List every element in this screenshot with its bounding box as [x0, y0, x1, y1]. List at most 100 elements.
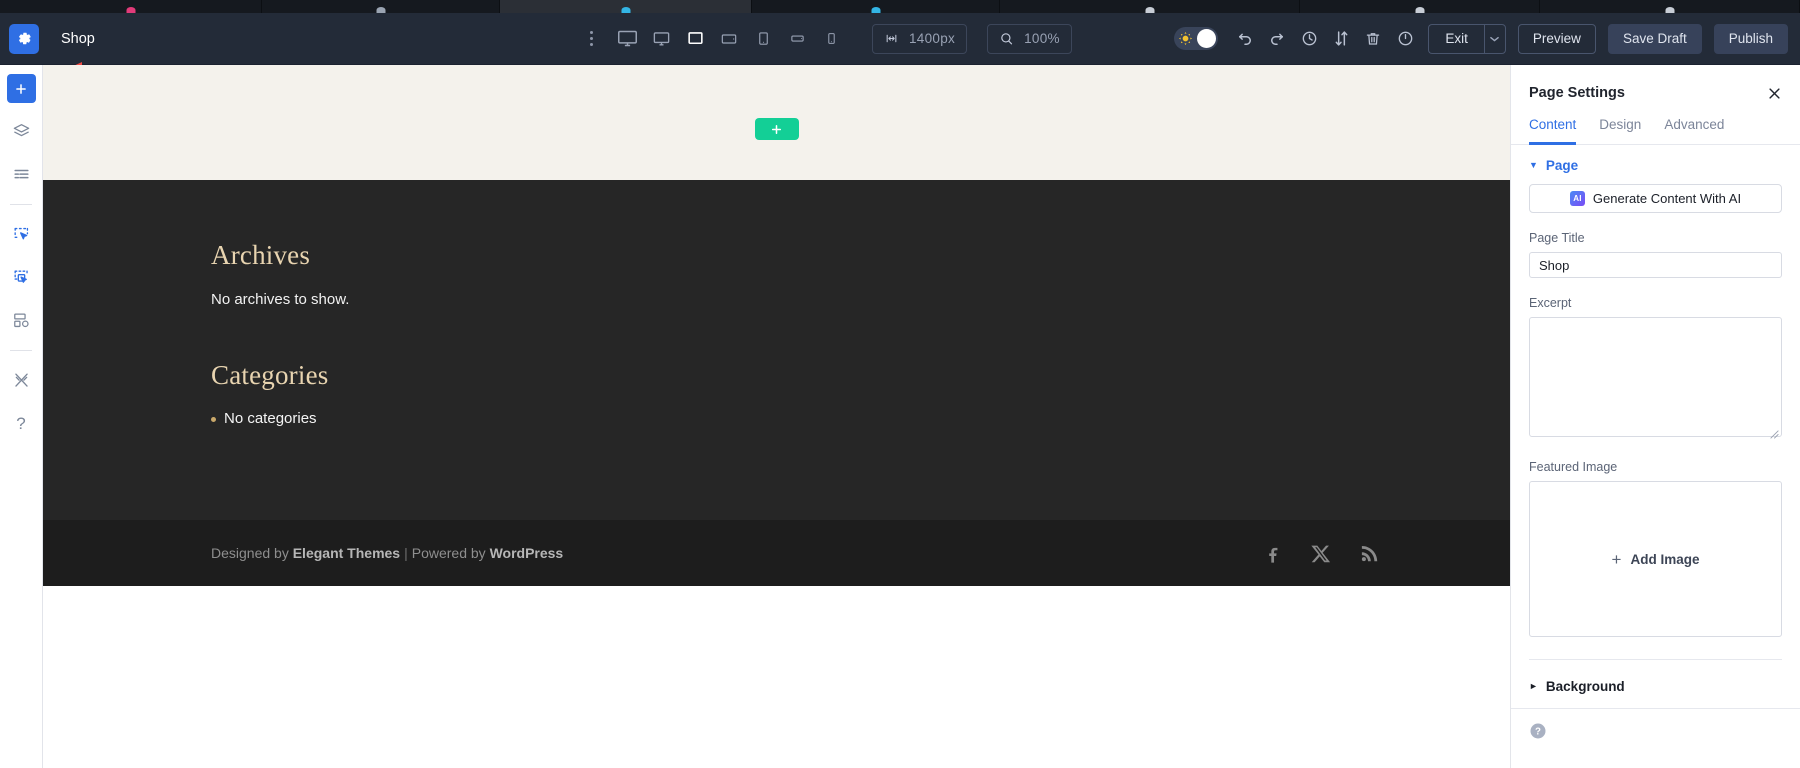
footer-credit: Designed by Elegant Themes|Powered by Wo… [211, 545, 563, 561]
sidebar-multiselect-button[interactable] [7, 263, 36, 292]
caret-down-icon: ▼ [1529, 161, 1538, 170]
rss-icon[interactable] [1359, 543, 1380, 564]
browser-tab[interactable] [262, 0, 500, 13]
canvas-top-band [43, 65, 1510, 180]
chevron-down-icon[interactable] [1484, 24, 1506, 54]
redo-button[interactable] [1262, 22, 1292, 56]
tab-content[interactable]: Content [1529, 113, 1576, 145]
builder-toolbar: Shop [0, 13, 1800, 65]
add-image-label: Add Image [1630, 552, 1699, 567]
widget-list: No categories [211, 410, 1510, 427]
list-item: No categories [211, 410, 1510, 427]
device-desktop-large[interactable] [610, 22, 644, 56]
accordion-background[interactable]: ► Background [1511, 666, 1800, 703]
footer-designed-by: Designed by [211, 545, 289, 561]
browser-tab[interactable] [0, 0, 262, 13]
sidebar-tools-button[interactable] [7, 366, 36, 395]
trash-button[interactable] [1358, 22, 1388, 56]
panel-content-body: AI Generate Content With AI Page Title E… [1511, 184, 1800, 660]
footer-platform-link[interactable]: WordPress [490, 545, 564, 561]
footer-separator: | [404, 545, 408, 561]
browser-tab[interactable] [1540, 0, 1800, 13]
browser-tab[interactable] [500, 0, 752, 13]
panel-header: Page Settings [1511, 73, 1800, 113]
panel-title: Page Settings [1529, 85, 1625, 101]
footer-designer-link[interactable]: Elegant Themes [293, 545, 400, 561]
canvas-empty-area [43, 586, 1510, 768]
svg-text:?: ? [1535, 726, 1541, 737]
sidebar-layers-button[interactable] [7, 117, 36, 146]
theme-toggle[interactable] [1174, 27, 1218, 50]
gear-icon[interactable] [9, 24, 39, 54]
device-tablet-landscape[interactable] [712, 22, 746, 56]
canvas-content: Archives No archives to show. Categories… [43, 180, 1510, 520]
excerpt-textarea[interactable] [1529, 317, 1782, 437]
undo-button[interactable] [1230, 22, 1260, 56]
page-title-input[interactable] [1529, 252, 1782, 278]
add-section-button[interactable] [755, 118, 799, 140]
browser-tab[interactable] [1300, 0, 1540, 13]
generate-ai-label: Generate Content With AI [1593, 191, 1741, 206]
plus-icon [770, 123, 783, 136]
sidebar-select-element-button[interactable] [7, 220, 36, 249]
magnifier-icon [999, 31, 1014, 46]
close-icon[interactable] [1767, 86, 1782, 101]
accordion-background-label: Background [1546, 679, 1625, 694]
wrench-scissors-icon [12, 371, 31, 390]
preview-button[interactable]: Preview [1518, 24, 1596, 54]
excerpt-wrapper [1529, 317, 1782, 442]
browser-tab[interactable] [752, 0, 1000, 13]
zoom-level-value: 100% [1024, 31, 1060, 46]
caret-right-icon: ► [1529, 682, 1538, 691]
kebab-menu-icon[interactable] [580, 31, 602, 46]
page-canvas: Archives No archives to show. Categories… [43, 65, 1510, 768]
page-title-label: Page Title [1529, 231, 1782, 245]
exit-button[interactable]: Exit [1428, 24, 1484, 54]
widget-categories: Categories No categories [211, 360, 1510, 427]
device-phone[interactable] [814, 22, 848, 56]
generate-content-with-ai-button[interactable]: AI Generate Content With AI [1529, 184, 1782, 213]
layers-icon [12, 122, 31, 141]
device-desktop[interactable] [644, 22, 678, 56]
page-title-label: Shop [61, 31, 95, 47]
wireframe-icon [12, 165, 31, 184]
save-draft-button[interactable]: Save Draft [1608, 24, 1702, 54]
toolbar-right-group: Exit Preview Save Draft Publish [1174, 22, 1800, 56]
tab-design[interactable]: Design [1599, 113, 1641, 145]
exit-button-group: Exit [1428, 24, 1506, 54]
facebook-icon[interactable] [1263, 543, 1284, 564]
device-phone-landscape[interactable] [780, 22, 814, 56]
device-tablet[interactable] [746, 22, 780, 56]
theme-toggle-knob [1197, 29, 1216, 48]
accordion-page[interactable]: ▼ Page [1511, 145, 1800, 182]
builder-sidebar: ? [0, 65, 43, 768]
sidebar-presets-button[interactable] [7, 306, 36, 335]
featured-image-label: Featured Image [1529, 460, 1782, 474]
sidebar-wireframe-button[interactable] [7, 160, 36, 189]
add-featured-image-button[interactable]: + Add Image [1529, 481, 1782, 637]
browser-tab[interactable] [1000, 0, 1300, 13]
click-select-icon [12, 225, 31, 244]
sidebar-add-button[interactable] [7, 74, 36, 103]
zoom-level-field[interactable]: 100% [987, 24, 1072, 54]
canvas-width-value: 1400px [909, 31, 955, 46]
widget-title: Categories [211, 360, 1510, 391]
presets-icon [12, 311, 31, 330]
panel-scroll-area: ▼ Page AI Generate Content With AI Page … [1511, 145, 1800, 768]
history-button[interactable] [1294, 22, 1324, 56]
canvas-width-field[interactable]: 1400px [872, 24, 967, 54]
ai-badge-icon: AI [1570, 191, 1585, 206]
browser-tab-strip [0, 0, 1800, 13]
x-twitter-icon[interactable] [1311, 543, 1332, 564]
sidebar-help-button[interactable]: ? [7, 409, 36, 438]
panel-tabs: Content Design Advanced [1511, 113, 1800, 145]
question-mark-icon: ? [16, 414, 25, 434]
question-circle-icon[interactable]: ? [1529, 722, 1547, 740]
device-laptop[interactable] [678, 22, 712, 56]
sort-button[interactable] [1326, 22, 1356, 56]
publish-button[interactable]: Publish [1714, 24, 1788, 54]
toolbar-center-group: 1400px 100% [580, 22, 1072, 56]
sidebar-divider-2 [10, 350, 32, 351]
tab-advanced[interactable]: Advanced [1664, 113, 1724, 145]
power-button[interactable] [1390, 22, 1420, 56]
